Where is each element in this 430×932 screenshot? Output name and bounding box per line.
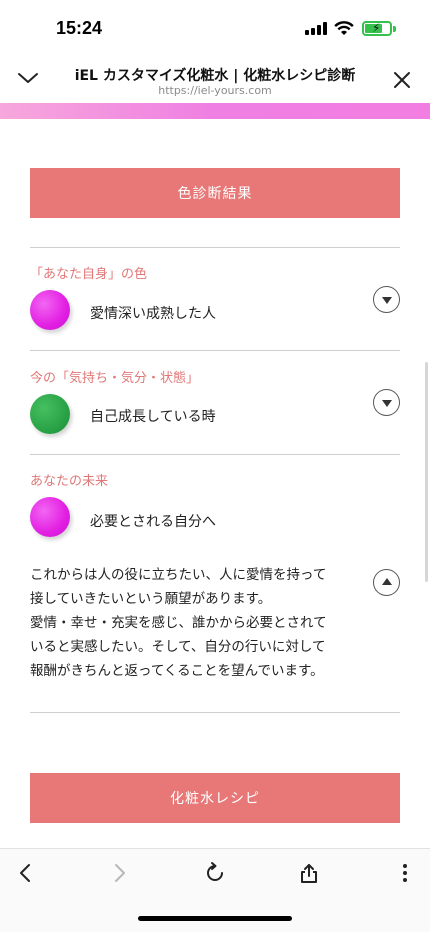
triangle-down-icon [381,297,392,304]
future-description: これからは人の役に立ちたい、人に愛情を持って 接していきたいという願望があります… [30,563,360,683]
cellular-signal-icon [305,22,327,35]
triangle-down-icon [381,400,392,407]
home-indicator[interactable] [138,916,292,921]
wifi-icon [334,21,354,35]
scrollbar[interactable] [425,362,428,582]
header-gradient-bar [0,103,430,119]
section-label-self-color: 「あなた自身」の色 [30,267,148,282]
collapse-toggle-future[interactable] [373,569,400,596]
section-label-current-feeling: 今の「気持ち・気分・状態」 [30,371,200,386]
divider [30,454,400,455]
close-icon[interactable] [391,69,413,91]
color-circle-magenta [30,497,70,537]
more-icon[interactable] [393,861,417,885]
section-value-self-color: 愛情深い成熟した人 [90,306,216,322]
description-line: 接していきたいという願望があります。 [30,591,272,607]
status-bar: 15:24 ⚡ [0,0,430,58]
section-value-future: 必要とされる自分へ [90,514,216,530]
description-line: いると実感したい。そして、自分の行いに対して [30,639,326,655]
status-time: 15:24 [56,18,103,38]
section-value-current-feeling: 自己成長している時 [90,409,216,425]
browser-toolbar [0,848,430,900]
divider [30,247,400,248]
page-title: iEL カスタマイズ化粧水 | 化粧水レシピ診断 [74,68,356,84]
reload-icon[interactable] [203,861,227,885]
color-diagnosis-result-button[interactable]: 色診断結果 [30,168,400,218]
expand-toggle-current-feeling[interactable] [373,389,400,416]
color-circle-magenta [30,290,70,330]
color-circle-green [30,394,70,434]
expand-toggle-self-color[interactable] [373,286,400,313]
back-icon[interactable] [14,861,38,885]
section-label-future: あなたの未来 [30,474,109,489]
chevron-down-icon[interactable] [16,68,40,88]
divider [30,712,400,713]
triangle-up-icon [381,578,392,585]
description-line: 報酬がきちんと返ってくることを望んでいます。 [30,663,324,679]
forward-icon[interactable] [107,861,131,885]
browser-header: iEL カスタマイズ化粧水 | 化粧水レシピ診断 https://iel-you… [0,58,430,103]
battery-tip [393,26,396,32]
page-url: https://iel-yours.com [158,84,272,97]
divider [30,350,400,351]
battery-icon: ⚡ [362,21,392,36]
lotion-recipe-button[interactable]: 化粧水レシピ [30,773,400,823]
description-line: 愛情・幸せ・充実を感じ、誰かから必要とされて [30,615,327,631]
share-icon[interactable] [297,861,321,885]
description-line: これからは人の役に立ちたい、人に愛情を持って [30,567,327,583]
